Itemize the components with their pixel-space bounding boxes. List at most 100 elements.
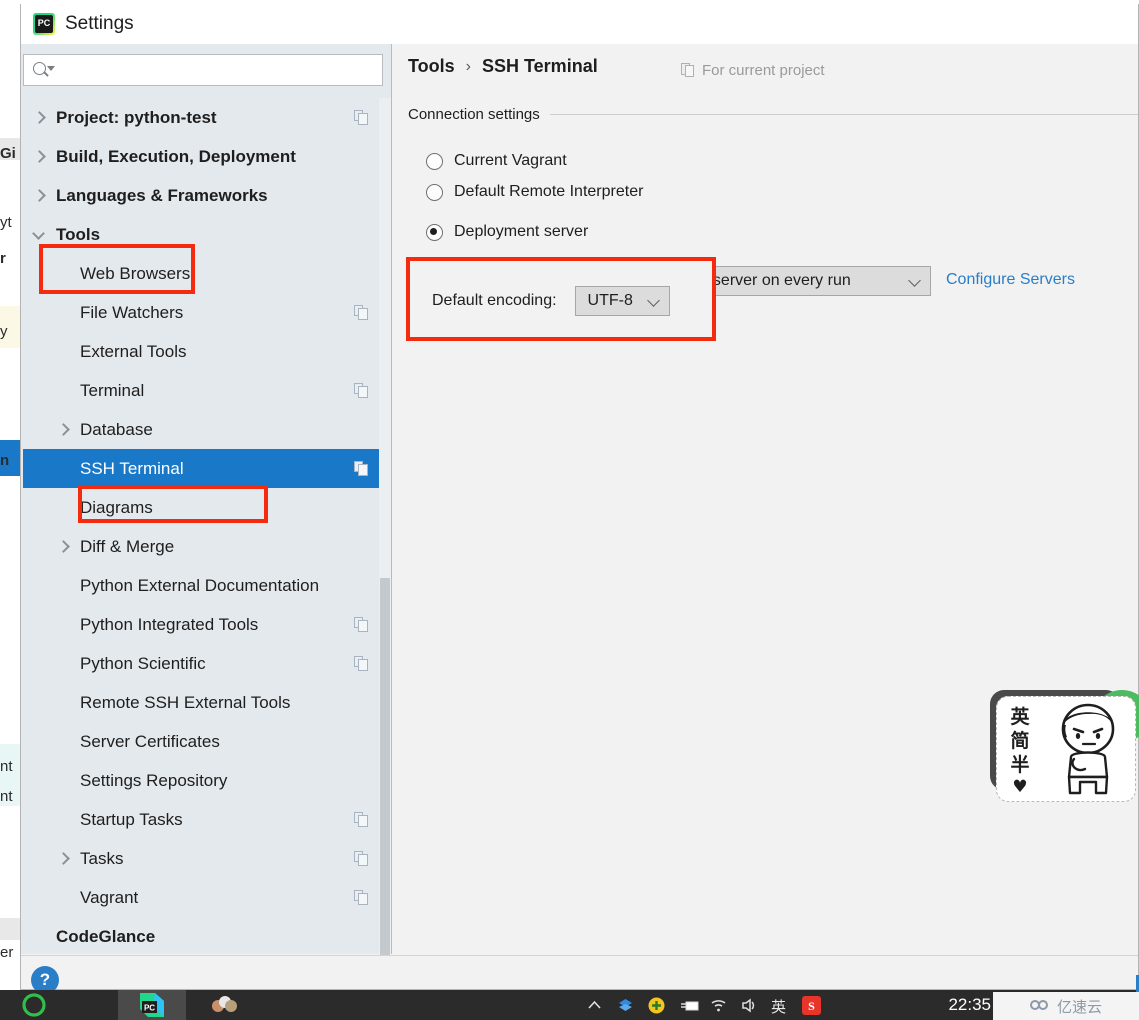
tree-item-python-scientific[interactable]: Python Scientific: [23, 644, 383, 683]
search-box[interactable]: [23, 54, 383, 86]
radio-deployment-server[interactable]: [426, 223, 443, 241]
radio-row-deployment-server[interactable]: Deployment server: [426, 223, 588, 241]
tree-item-tasks[interactable]: Tasks: [23, 839, 383, 878]
svg-text:PC: PC: [144, 1004, 155, 1013]
settings-tree[interactable]: Project: python-test Build, Execution, De…: [23, 98, 383, 954]
radio-row-current-vagrant[interactable]: Current Vagrant: [426, 152, 567, 170]
tree-item-label: Tasks: [80, 848, 124, 868]
copy-settings-icon[interactable]: [354, 109, 369, 126]
tree-item-codeglance[interactable]: CodeGlance: [23, 917, 383, 954]
dropbox-tray-icon[interactable]: [616, 996, 635, 1015]
tree-item-remote-ssh-external-tools[interactable]: Remote SSH External Tools: [23, 683, 383, 722]
default-encoding-label: Default encoding:: [432, 292, 557, 309]
copy-settings-icon[interactable]: [354, 850, 369, 867]
tree-scrollbar-track[interactable]: [379, 98, 391, 968]
chevron-right-icon[interactable]: [56, 540, 70, 554]
chevron-right-icon[interactable]: [32, 189, 46, 203]
chevron-right-icon[interactable]: [56, 423, 70, 437]
tree-item-external-tools[interactable]: External Tools: [23, 332, 383, 371]
photos-taskbar-icon[interactable]: [190, 990, 258, 1020]
copy-settings-icon[interactable]: [354, 655, 369, 672]
copy-settings-icon[interactable]: [354, 811, 369, 828]
chevron-right-icon[interactable]: [56, 852, 70, 866]
dialog-body: Project: python-test Build, Execution, De…: [21, 44, 1138, 994]
default-encoding-row: Default encoding: UTF-8: [432, 286, 670, 316]
for-current-project-text: For current project: [702, 62, 825, 79]
tree-item-label: Terminal: [80, 380, 145, 400]
ime-tray-icon[interactable]: 英: [771, 996, 790, 1016]
tree-item-label: File Watchers: [80, 302, 184, 322]
connection-settings-group-title: Connection settings: [408, 106, 1138, 123]
radio-default-remote-interpreter[interactable]: [426, 183, 443, 201]
tree-item-languages-frameworks[interactable]: Languages & Frameworks: [23, 176, 383, 215]
shield-tray-icon[interactable]: [647, 996, 666, 1015]
copy-settings-icon[interactable]: [354, 382, 369, 399]
tree-item-label: Server Certificates: [80, 731, 220, 751]
watermark-logo-icon: [1029, 999, 1052, 1013]
chevron-up-tray-icon[interactable]: [585, 996, 604, 1015]
tree-item-database[interactable]: Database: [23, 410, 383, 449]
radio-current-vagrant[interactable]: [426, 152, 443, 170]
tree-item-vagrant[interactable]: Vagrant: [23, 878, 383, 917]
tree-item-label: Python Integrated Tools: [80, 614, 259, 634]
configure-servers-link[interactable]: Configure Servers: [946, 271, 1075, 289]
pycharm-logo-text: PC: [37, 17, 51, 28]
tree-item-project-python-test[interactable]: Project: python-test: [23, 98, 383, 137]
chevron-right-icon[interactable]: [32, 111, 46, 125]
windows-taskbar: PC 英 S 22:35: [0, 990, 1139, 1020]
tree-item-diagrams[interactable]: Diagrams: [23, 488, 383, 527]
tree-item-build-execution-deployment[interactable]: Build, Execution, Deployment: [23, 137, 383, 176]
tree-item-file-watchers[interactable]: File Watchers: [23, 293, 383, 332]
tree-item-terminal[interactable]: Terminal: [23, 371, 383, 410]
chevron-right-icon[interactable]: [32, 150, 46, 164]
tree-item-python-integrated-tools[interactable]: Python Integrated Tools: [23, 605, 383, 644]
ime-mode-indicators[interactable]: 英简半 ♥: [1007, 705, 1033, 797]
taskbar-clock[interactable]: 22:35: [948, 990, 991, 1020]
tree-item-python-external-documentation[interactable]: Python External Documentation: [23, 566, 383, 605]
system-tray: 英 S: [585, 990, 821, 1020]
tree-scrollbar-thumb[interactable]: [380, 578, 390, 968]
plug-tray-icon[interactable]: [678, 996, 699, 1015]
ime-floating-panel[interactable]: 英简半 ♥: [990, 690, 1139, 809]
default-encoding-select[interactable]: UTF-8: [574, 286, 670, 316]
ime-mode-char[interactable]: 简: [1007, 729, 1033, 753]
dialog-title: Settings: [65, 12, 134, 34]
copy-settings-icon[interactable]: [354, 304, 369, 321]
tree-item-label: Tools: [56, 224, 101, 244]
ime-mode-char[interactable]: 英: [1007, 705, 1033, 729]
volume-tray-icon[interactable]: [740, 996, 759, 1015]
copy-settings-icon[interactable]: [354, 460, 369, 477]
ime-heart-icon[interactable]: ♥: [1007, 777, 1033, 797]
ime-mascot-icon: [1061, 703, 1115, 795]
tree-item-startup-tasks[interactable]: Startup Tasks: [23, 800, 383, 839]
tree-item-tools[interactable]: Tools: [23, 215, 383, 254]
chevron-down-icon: [648, 295, 661, 308]
breadcrumb: Tools › SSH Terminal: [408, 56, 598, 77]
radio-row-default-remote-interpreter[interactable]: Default Remote Interpreter: [426, 183, 643, 201]
default-encoding-section: Default encoding: UTF-8: [406, 257, 716, 341]
for-current-project-label: For current project: [681, 62, 825, 79]
ime-mode-char[interactable]: 半: [1007, 753, 1033, 777]
tree-item-web-browsers[interactable]: Web Browsers: [23, 254, 383, 293]
tree-item-label: Vagrant: [80, 887, 139, 907]
tree-item-diff-merge[interactable]: Diff & Merge: [23, 527, 383, 566]
tree-item-label: Project: python-test: [56, 107, 217, 127]
group-title-rule: [549, 114, 1138, 115]
tree-item-settings-repository[interactable]: Settings Repository: [23, 761, 383, 800]
pycharm-taskbar-icon[interactable]: PC: [118, 990, 186, 1020]
screen: Gi yt r y n nt nt er PC Settings Project: pytho…: [0, 0, 1139, 1020]
sogou-tray-icon[interactable]: S: [802, 995, 821, 1015]
tree-item-ssh-terminal[interactable]: SSH Terminal: [23, 449, 383, 488]
tree-item-server-certificates[interactable]: Server Certificates: [23, 722, 383, 761]
wifi-tray-icon[interactable]: [709, 996, 728, 1015]
search-input[interactable]: [53, 62, 382, 78]
watermark-text: 亿速云: [1056, 997, 1102, 1016]
copy-settings-icon[interactable]: [354, 889, 369, 906]
chevron-down-icon[interactable]: [32, 228, 46, 242]
settings-dialog: PC Settings Project: python-test Build, E…: [20, 4, 1139, 994]
breadcrumb-root[interactable]: Tools: [408, 56, 455, 77]
tree-item-label: Python External Documentation: [80, 575, 320, 595]
tree-item-label: Build, Execution, Deployment: [56, 146, 296, 166]
copy-settings-icon[interactable]: [354, 616, 369, 633]
wechat-taskbar-icon[interactable]: [0, 990, 68, 1020]
